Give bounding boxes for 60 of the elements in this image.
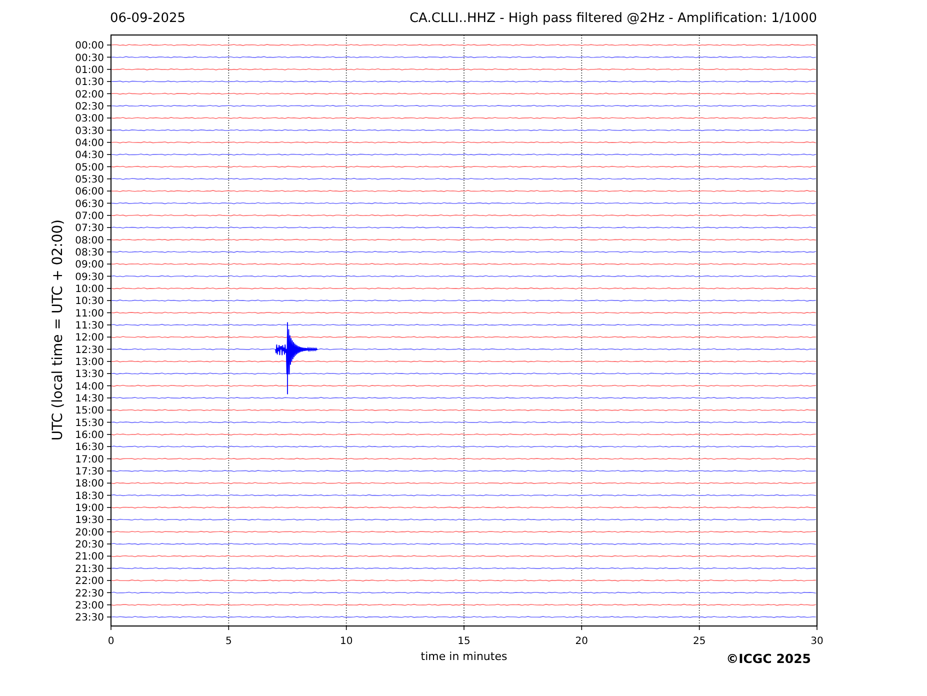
y-tick-label: 22:00 — [75, 576, 104, 588]
y-tick-label: 04:00 — [75, 138, 104, 149]
y-tick-label: 10:00 — [75, 284, 104, 295]
y-tick-label: 13:00 — [75, 357, 104, 368]
y-tick-label: 14:00 — [75, 381, 104, 392]
x-tick-label: 15 — [458, 636, 470, 647]
y-tick-label: 20:00 — [75, 527, 104, 538]
y-tick-label: 09:30 — [75, 272, 104, 283]
y-tick-label: 19:30 — [75, 515, 104, 526]
x-tick-label: 5 — [225, 636, 232, 647]
y-tick-label: 16:00 — [75, 430, 104, 442]
y-tick-label: 16:30 — [75, 442, 104, 454]
y-tick-label: 07:00 — [75, 210, 104, 222]
y-tick-label: 07:30 — [75, 223, 104, 234]
y-tick-label: 18:00 — [75, 478, 104, 490]
copyright-text: ©ICGC 2025 — [726, 651, 811, 666]
y-tick-label: 15:00 — [75, 406, 104, 417]
y-tick-label: 00:30 — [75, 52, 104, 64]
y-tick-label: 01:30 — [75, 77, 104, 88]
y-tick-label: 12:30 — [75, 344, 104, 356]
y-tick-label: 01:00 — [75, 64, 104, 76]
x-tick-label: 10 — [340, 636, 353, 647]
y-tick-label: 14:30 — [75, 394, 104, 405]
x-tick-label: 20 — [575, 636, 588, 647]
y-tick-label: 21:30 — [75, 564, 104, 575]
plot-title: CA.CLLI..HHZ - High pass filtered @2Hz - Amplification: 1/1000 — [409, 11, 817, 28]
y-tick-label: 08:30 — [75, 248, 104, 258]
y-tick-label: 00:00 — [75, 40, 104, 52]
y-tick-label: 02:30 — [75, 101, 104, 112]
y-tick-label: 06:00 — [75, 186, 104, 198]
x-tick-label: 0 — [108, 636, 114, 647]
y-tick-label: 23:30 — [75, 612, 104, 624]
y-tick-label: 05:30 — [75, 174, 104, 186]
y-tick-label: 04:30 — [75, 150, 104, 162]
y-tick-label: 06:30 — [75, 198, 104, 210]
y-tick-label: 10:30 — [75, 296, 104, 308]
y-tick-label: 17:30 — [75, 466, 104, 478]
y-tick-label: 22:30 — [75, 588, 104, 600]
y-tick-label: 11:30 — [75, 320, 104, 332]
y-tick-label: 03:00 — [75, 114, 104, 125]
x-tick-label: 25 — [692, 636, 706, 647]
y-tick-label: 20:30 — [75, 540, 104, 551]
y-tick-label: 02:00 — [75, 89, 104, 100]
plot-date: 06-09-2025 — [110, 11, 186, 28]
y-tick-label: 05:00 — [75, 162, 104, 174]
y-tick-label: 17:00 — [75, 454, 104, 466]
y-tick-label: 13:30 — [75, 369, 104, 380]
y-tick-label: 12:00 — [75, 332, 104, 344]
y-tick-label: 18:30 — [75, 490, 104, 502]
y-tick-label: 21:00 — [75, 552, 104, 563]
y-tick-label: 11:00 — [75, 308, 104, 320]
y-tick-label: 08:00 — [75, 235, 104, 246]
x-axis-label: time in minutes — [420, 650, 508, 663]
x-tick-label: 30 — [810, 636, 824, 647]
y-axis-label: UTC (local time = UTC + 02:00) — [50, 219, 66, 441]
y-tick-label: 03:30 — [75, 126, 104, 137]
y-tick-label: 15:30 — [75, 418, 104, 429]
y-tick-label: 23:00 — [75, 600, 104, 612]
y-tick-label: 09:00 — [75, 260, 104, 271]
y-tick-label: 19:00 — [75, 503, 104, 514]
